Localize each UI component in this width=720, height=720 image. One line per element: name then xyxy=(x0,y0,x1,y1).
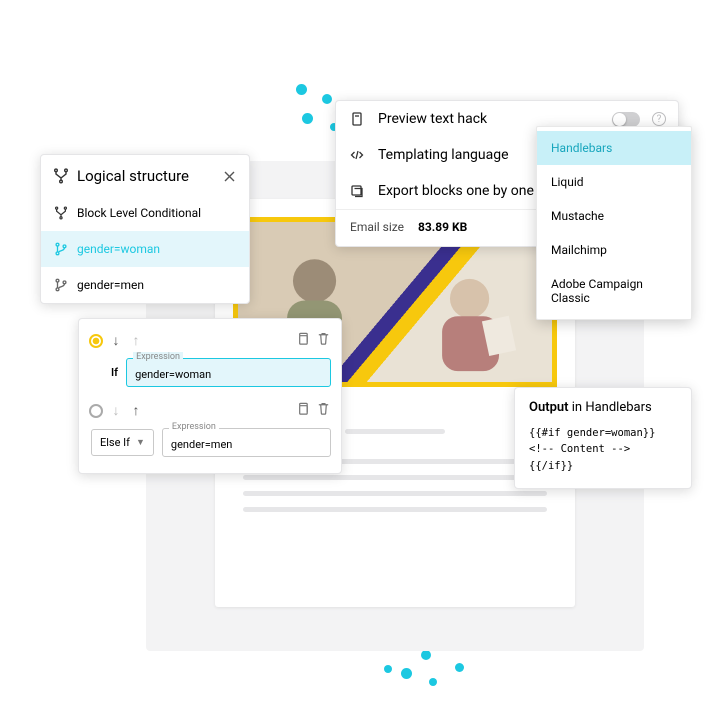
copy-icon[interactable] xyxy=(295,331,310,350)
active-marker[interactable] xyxy=(89,334,103,348)
stack-icon xyxy=(348,183,366,199)
if-keyword: If xyxy=(111,366,118,379)
condition-label: gender=woman xyxy=(77,242,160,256)
help-icon[interactable]: ? xyxy=(652,112,666,126)
condition-label: gender=men xyxy=(77,278,144,292)
code-icon xyxy=(348,147,366,163)
email-size-label: Email size xyxy=(350,220,404,234)
templating-language-dropdown: Handlebars Liquid Mustache Mailchimp Ado… xyxy=(536,126,692,320)
elseif-expression-input[interactable]: Expression gender=men xyxy=(162,428,331,457)
git-branch-icon xyxy=(53,241,69,257)
condition-item[interactable]: gender=men xyxy=(41,267,249,303)
copy-icon[interactable] xyxy=(295,401,310,420)
close-icon[interactable] xyxy=(221,168,237,184)
logical-structure-panel: Logical structure Block Level Conditiona… xyxy=(40,154,250,304)
email-size-value: 83.89 KB xyxy=(418,220,467,234)
condition-item[interactable]: gender=woman xyxy=(41,231,249,267)
chevron-down-icon: ▼ xyxy=(136,437,145,448)
move-up-icon[interactable]: ↑ xyxy=(129,332,143,349)
git-branch-icon xyxy=(53,277,69,293)
output-panel: Output in Handlebars {{#if gender=woman}… xyxy=(514,387,692,489)
block-level-row[interactable]: Block Level Conditional xyxy=(41,195,249,231)
if-expression-input[interactable]: Expression gender=woman xyxy=(126,358,331,387)
dropdown-option[interactable]: Handlebars xyxy=(537,131,691,165)
document-icon xyxy=(348,111,366,127)
output-code: {{#if gender=woman}} <!-- Content --> {{… xyxy=(529,425,677,474)
dropdown-option[interactable]: Adobe Campaign Classic xyxy=(537,267,691,315)
dropdown-option[interactable]: Mailchimp xyxy=(537,233,691,267)
output-title: Output in Handlebars xyxy=(529,400,677,415)
active-marker[interactable] xyxy=(89,404,103,418)
condition-editor-panel: ↓ ↑ If Expression gender=woman ↓ ↑ Else … xyxy=(78,318,342,474)
clause-type-select[interactable]: Else If ▼ xyxy=(91,429,154,456)
move-down-icon[interactable]: ↓ xyxy=(109,402,123,419)
delete-icon[interactable] xyxy=(316,331,331,350)
panel-title: Logical structure xyxy=(77,167,221,185)
dropdown-option[interactable]: Liquid xyxy=(537,165,691,199)
move-down-icon[interactable]: ↓ xyxy=(109,332,123,349)
toggle-switch[interactable] xyxy=(612,112,640,127)
delete-icon[interactable] xyxy=(316,401,331,420)
branch-icon xyxy=(53,205,69,221)
branch-icon xyxy=(53,168,69,184)
move-up-icon[interactable]: ↑ xyxy=(129,402,143,419)
dropdown-option[interactable]: Mustache xyxy=(537,199,691,233)
block-level-label: Block Level Conditional xyxy=(77,206,201,220)
